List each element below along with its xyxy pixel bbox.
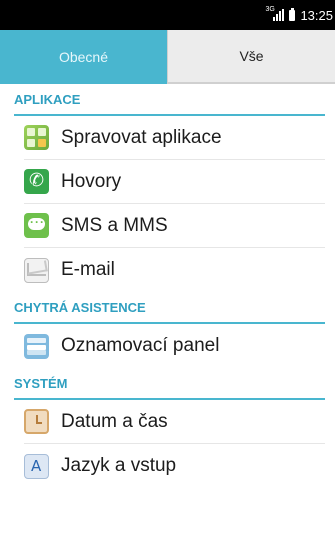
battery-icon — [289, 7, 296, 21]
clock-icon — [24, 409, 49, 434]
settings-item-sms-mms[interactable]: SMS a MMS — [24, 204, 325, 248]
language-icon — [24, 453, 49, 479]
notification-panel-icon — [24, 333, 49, 359]
section-header-smart-assist: CHYTRÁ ASISTENCE — [14, 292, 325, 324]
settings-item-label: E-mail — [61, 259, 115, 280]
settings-list: APLIKACE Spravovat aplikace Hovory SMS a… — [0, 84, 335, 488]
settings-item-calls[interactable]: Hovory — [24, 160, 325, 204]
settings-item-notification-panel[interactable]: Oznamovací panel — [24, 324, 325, 368]
settings-item-language-input[interactable]: Jazyk a vstup — [24, 444, 325, 488]
settings-item-date-time[interactable]: Datum a čas — [24, 400, 325, 444]
settings-item-label: Oznamovací panel — [61, 335, 220, 356]
tab-all[interactable]: Vše — [167, 30, 335, 84]
settings-item-label: Jazyk a vstup — [61, 455, 177, 476]
settings-item-label: Hovory — [61, 170, 122, 192]
sms-icon — [24, 213, 49, 238]
settings-item-label: SMS a MMS — [61, 214, 168, 236]
section-header-system: SYSTÉM — [14, 368, 325, 400]
settings-item-label: Datum a čas — [61, 410, 168, 432]
network-type: 3G — [265, 6, 275, 13]
apps-icon — [24, 125, 49, 150]
signal-icon: 3G — [265, 6, 285, 21]
settings-item-label: Spravovat aplikace — [61, 126, 222, 148]
section-header-apps: APLIKACE — [14, 84, 325, 116]
tab-bar: Obecné Vše — [0, 30, 335, 84]
tab-general[interactable]: Obecné — [0, 30, 167, 84]
settings-item-manage-apps[interactable]: Spravovat aplikace — [24, 116, 325, 160]
settings-item-email[interactable]: E-mail — [24, 248, 325, 292]
mail-icon — [24, 257, 49, 283]
clock-time: 13:25 — [300, 7, 333, 23]
status-bar: 3G 13:25 — [0, 0, 335, 30]
phone-icon — [24, 169, 49, 194]
